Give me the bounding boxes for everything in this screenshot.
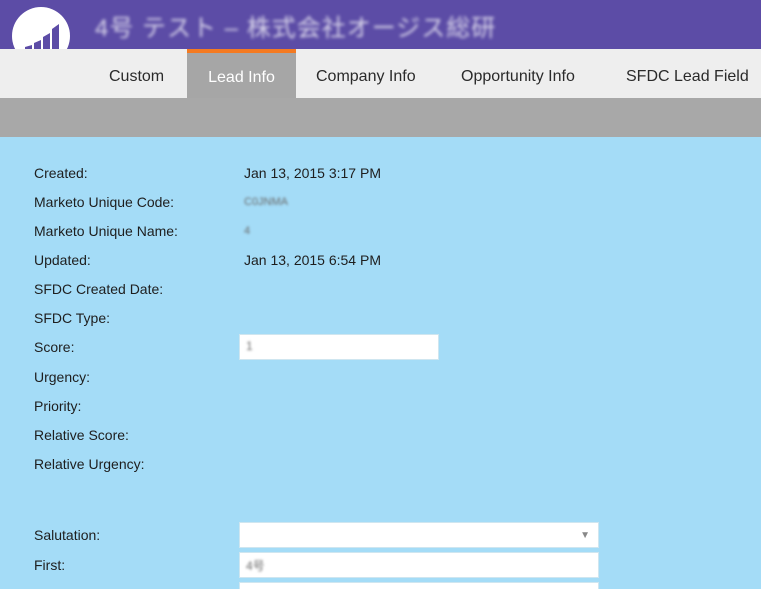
- updated-value: Jan 13, 2015 6:54 PM: [244, 252, 381, 268]
- relative-urgency-label: Relative Urgency:: [34, 456, 145, 472]
- urgency-label: Urgency:: [34, 369, 91, 385]
- tab-bar: Custom Lead Info Company Info Opportunit…: [0, 49, 761, 98]
- created-value: Jan 13, 2015 3:17 PM: [244, 165, 381, 181]
- tab-sfdc-lead-field[interactable]: SFDC Lead Field: [626, 49, 749, 98]
- tab-company-info[interactable]: Company Info: [316, 49, 416, 98]
- unique-code-label: Marketo Unique Code:: [34, 194, 175, 210]
- created-label: Created:: [34, 165, 88, 181]
- unique-name-value: 4: [244, 225, 251, 237]
- unique-name-label: Marketo Unique Name:: [34, 223, 178, 239]
- sfdc-type-label: SFDC Type:: [34, 310, 110, 326]
- toolbar-strip: [0, 98, 761, 137]
- chevron-down-icon: ▼: [580, 530, 590, 541]
- score-input-value: 1: [246, 339, 253, 353]
- app-header: 4号 テスト – 株式会社オージス総研: [0, 0, 761, 49]
- updated-label: Updated:: [34, 252, 91, 268]
- score-label: Score:: [34, 339, 75, 355]
- first-name-input-value: 4号: [246, 559, 265, 573]
- first-name-input[interactable]: 4号: [239, 552, 599, 578]
- tab-opportunity-info[interactable]: Opportunity Info: [461, 49, 575, 98]
- tab-custom[interactable]: Custom: [109, 49, 164, 98]
- first-name-label: First:: [34, 557, 66, 573]
- priority-label: Priority:: [34, 398, 82, 414]
- score-input[interactable]: 1: [239, 334, 439, 360]
- salutation-select[interactable]: ▼: [239, 522, 599, 548]
- tab-lead-info[interactable]: Lead Info: [187, 49, 296, 98]
- next-field-input[interactable]: [239, 582, 599, 589]
- lead-title: 4号 テスト – 株式会社オージス総研: [95, 15, 497, 42]
- unique-code-value: C0JNMA: [244, 196, 289, 208]
- relative-score-label: Relative Score:: [34, 427, 129, 443]
- salutation-label: Salutation:: [34, 527, 101, 543]
- sfdc-created-date-label: SFDC Created Date:: [34, 281, 164, 297]
